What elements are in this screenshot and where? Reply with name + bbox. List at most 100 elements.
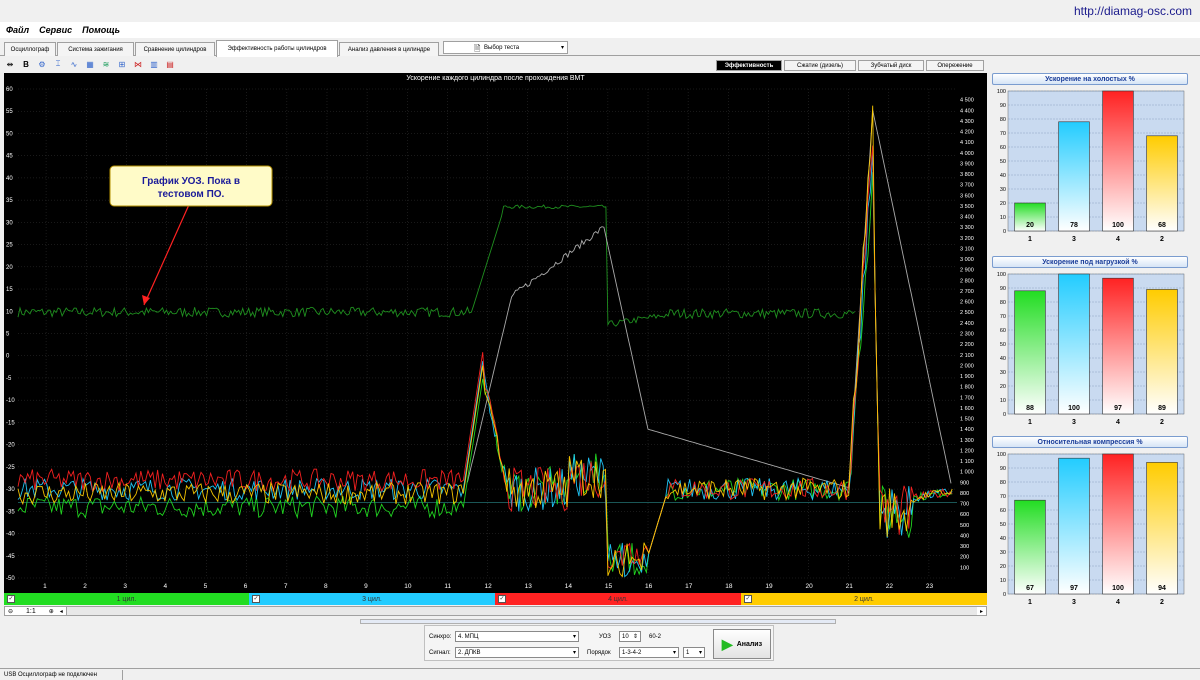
category-label: 2 (1160, 599, 1164, 606)
x-tick-label: 2 (83, 583, 87, 590)
left-tick-label: 30 (6, 220, 13, 226)
y-tick-label: 40 (1000, 356, 1006, 362)
right-tick-label: 4 400 (960, 108, 974, 114)
checkbox-icon[interactable]: ✓ (252, 595, 260, 603)
cursor-icon[interactable]: ⌶ (52, 58, 64, 70)
checkbox-icon[interactable]: ✓ (7, 595, 15, 603)
wave-icon[interactable]: ∿ (68, 58, 80, 70)
chevron-down-icon: ▾ (698, 650, 702, 656)
x-tick-label: 20 (806, 583, 814, 590)
right-tick-label: 3 400 (960, 215, 974, 221)
status-text: USB Осциллограф не подключен (4, 671, 97, 678)
y-tick-label: 30 (1000, 370, 1006, 376)
x-tick-label: 12 (485, 583, 493, 590)
x-tick-label: 4 (163, 583, 167, 590)
scroll-left-icon[interactable]: ◂ (60, 608, 63, 615)
subtab-advance[interactable]: Опережение (926, 60, 984, 71)
subtab-compression-diesel[interactable]: Сжатие (дизель) (784, 60, 856, 71)
tab-pressure-analysis[interactable]: Анализ давления в цилиндре (339, 42, 439, 56)
right-tick-label: 4 200 (960, 130, 974, 136)
y-tick-label: 80 (1000, 480, 1006, 486)
category-label: 1 (1028, 419, 1032, 426)
y-tick-label: 50 (1000, 159, 1006, 165)
engine-icon[interactable]: ⚙ (36, 58, 48, 70)
menu-service[interactable]: Сервис (39, 25, 72, 35)
left-tick-label: -10 (6, 398, 15, 404)
y-tick-label: 10 (1000, 215, 1006, 221)
bar-chart-icon[interactable]: ▥ (148, 58, 160, 70)
zoom-icon[interactable]: ⇹ (4, 58, 16, 70)
y-tick-label: 40 (1000, 536, 1006, 542)
sync-value: 4. МПЦ (458, 633, 479, 640)
compare-icon[interactable]: ⋈ (132, 58, 144, 70)
y-tick-label: 10 (1000, 578, 1006, 584)
main-tabs: Осциллограф Система зажигания Сравнение … (0, 38, 1200, 57)
right-tick-label: 500 (960, 523, 969, 529)
bar (1146, 289, 1178, 415)
split-icon[interactable]: ⊞ (116, 58, 128, 70)
subtab-efficiency[interactable]: Эффективность (716, 60, 782, 71)
align-icon[interactable]: ≋ (100, 58, 112, 70)
channel-1[interactable]: ✓ 1 цил. (4, 593, 249, 605)
checkbox-icon[interactable]: ✓ (744, 595, 752, 603)
bar (1102, 90, 1134, 232)
test-select[interactable]: 🗎 Выбор теста ▾ (443, 41, 568, 54)
analyze-button[interactable]: ▶ Анализ (713, 629, 771, 659)
callout-arrow-head (142, 295, 150, 305)
bar-value-label: 68 (1158, 222, 1166, 229)
channel-3[interactable]: ✓ 3 цил. (249, 593, 495, 605)
x-tick-label: 11 (444, 583, 451, 590)
menu-file[interactable]: Файл (6, 25, 29, 35)
signal-select[interactable]: 2. ДПКВ ▾ (455, 647, 579, 658)
bar-value-label: 94 (1158, 585, 1166, 592)
load-acceleration-bars: 0 10 20 30 40 50 60 70 80 90 100 88 1 100 3 97 4 89 2 (997, 272, 1185, 426)
uoz-stepper[interactable]: 10 ⇕ (619, 631, 641, 642)
x-tick-label: 15 (605, 583, 613, 590)
left-tick-label: 50 (6, 131, 13, 137)
left-tick-label: 45 (6, 154, 13, 160)
category-label: 3 (1072, 599, 1076, 606)
x-tick-label: 8 (324, 583, 328, 590)
channel-2[interactable]: ✓ 2 цил. (741, 593, 987, 605)
tab-ignition[interactable]: Система зажигания (57, 42, 134, 56)
channel-4[interactable]: ✓ 4 цил. (495, 593, 741, 605)
zoom-in-icon[interactable]: ⊕ (49, 608, 54, 615)
right-tick-label: 800 (960, 491, 969, 497)
menu-help[interactable]: Помощь (82, 25, 120, 35)
right-tick-label: 4 100 (960, 140, 974, 146)
stepper-icon[interactable]: ⇕ (633, 633, 638, 640)
order-num-select[interactable]: 1 ▾ (683, 647, 705, 658)
app-window: http://diamag-osc.com Файл Сервис Помощь… (0, 0, 1200, 680)
grid-icon[interactable]: ▦ (84, 58, 96, 70)
chart-title: Ускорение на холостых % (992, 73, 1188, 85)
bars-icon[interactable]: ▤ (164, 58, 176, 70)
bar (1146, 462, 1178, 595)
plot-scrollbar[interactable] (65, 607, 977, 615)
subtab-gear-disk[interactable]: Зубчатый диск (858, 60, 924, 71)
right-tick-label: 200 (960, 555, 969, 561)
scroll-right-icon[interactable]: ▸ (980, 608, 983, 615)
order-select[interactable]: 1-3-4-2 ▾ (619, 647, 679, 658)
cylinder-trace-line (17, 172, 953, 576)
uoz-value: 10 (622, 633, 629, 640)
test-select-label: Выбор теста (484, 44, 520, 51)
checkbox-icon[interactable]: ✓ (498, 595, 506, 603)
tab-oscilloscope[interactable]: Осциллограф (4, 42, 56, 56)
right-tick-label: 1 900 (960, 374, 974, 380)
zoom-out-icon[interactable]: ⊖ (8, 608, 13, 615)
y-tick-label: 0 (1003, 592, 1006, 598)
x-tick-label: 6 (244, 583, 248, 590)
panel-splitter[interactable] (360, 619, 836, 624)
sync-select[interactable]: 4. МПЦ ▾ (455, 631, 579, 642)
y-tick-label: 20 (1000, 201, 1006, 207)
document-icon: 🗎 (474, 44, 481, 53)
y-tick-label: 70 (1000, 131, 1006, 137)
left-tick-label: 15 (6, 287, 13, 293)
plot-canvas: -50-45-40-35-30-25-20-15-10-505101520253… (6, 87, 974, 590)
left-tick-label: -20 (6, 443, 15, 449)
tab-cylinder-efficiency[interactable]: Эффективность работы цилиндров (216, 40, 338, 57)
acceleration-plot[interactable]: Ускорение каждого цилиндра после прохожд… (4, 73, 987, 593)
x-tick-label: 1 (43, 583, 47, 590)
tab-cylinder-compare[interactable]: Сравнение цилиндров (135, 42, 215, 56)
bold-b-icon[interactable]: B (20, 58, 32, 70)
